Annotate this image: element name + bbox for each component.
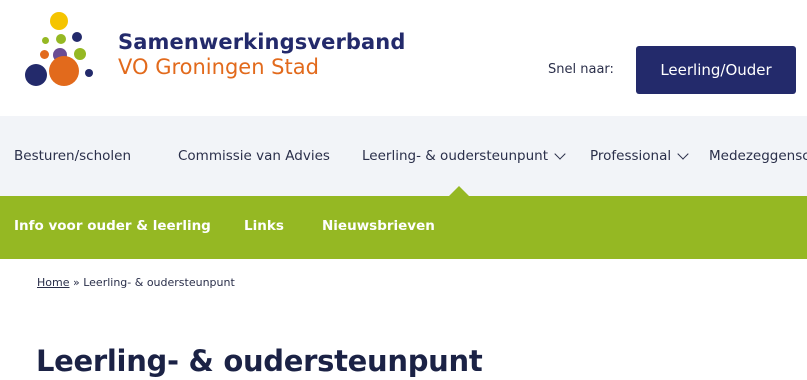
nav-item-commissie[interactable]: Commissie van Advies	[178, 148, 330, 164]
subnav-item-info-ouder-leerling[interactable]: Info voor ouder & leerling	[14, 218, 211, 234]
nav-item-besturen-scholen[interactable]: Besturen/scholen	[14, 148, 131, 164]
nav-item-leerling-oudersteunpunt[interactable]: Leerling- & oudersteunpunt	[362, 148, 566, 164]
logo[interactable]	[22, 12, 106, 90]
nav-item-label: Leerling- & oudersteunpunt	[362, 148, 549, 164]
page-title: Leerling- & oudersteunpunt	[36, 344, 483, 378]
subnav-item-links[interactable]: Links	[244, 218, 284, 234]
nav-item-label: Medezeggensc	[709, 148, 807, 164]
main-nav: Besturen/scholen Commissie van Advies Le…	[0, 116, 807, 196]
chevron-down-icon	[677, 148, 689, 160]
site-header: Samenwerkingsverband VO Groningen Stad S…	[0, 0, 807, 116]
subnav-item-nieuwsbrieven[interactable]: Nieuwsbrieven	[322, 218, 435, 234]
breadcrumb-home-link[interactable]: Home	[37, 276, 69, 289]
chevron-down-icon	[554, 148, 566, 160]
nav-item-professional[interactable]: Professional	[590, 148, 689, 164]
leerling-ouder-button[interactable]: Leerling/Ouder	[636, 46, 796, 94]
nav-item-label: Besturen/scholen	[14, 148, 131, 164]
quick-nav-label: Snel naar:	[548, 62, 614, 77]
brand-subtitle[interactable]: VO Groningen Stad	[118, 55, 319, 79]
brand-name[interactable]: Samenwerkingsverband	[118, 30, 406, 54]
nav-item-label: Professional	[590, 148, 672, 164]
nav-item-label: Commissie van Advies	[178, 148, 330, 164]
breadcrumb-current: Leerling- & oudersteunpunt	[83, 276, 235, 289]
breadcrumb-separator: »	[69, 276, 84, 289]
active-nav-indicator	[449, 186, 469, 196]
nav-item-medezeggenschap[interactable]: Medezeggensc	[709, 148, 807, 164]
breadcrumb: Home » Leerling- & oudersteunpunt	[37, 276, 235, 289]
sub-nav: Info voor ouder & leerling Links Nieuwsb…	[0, 196, 807, 259]
